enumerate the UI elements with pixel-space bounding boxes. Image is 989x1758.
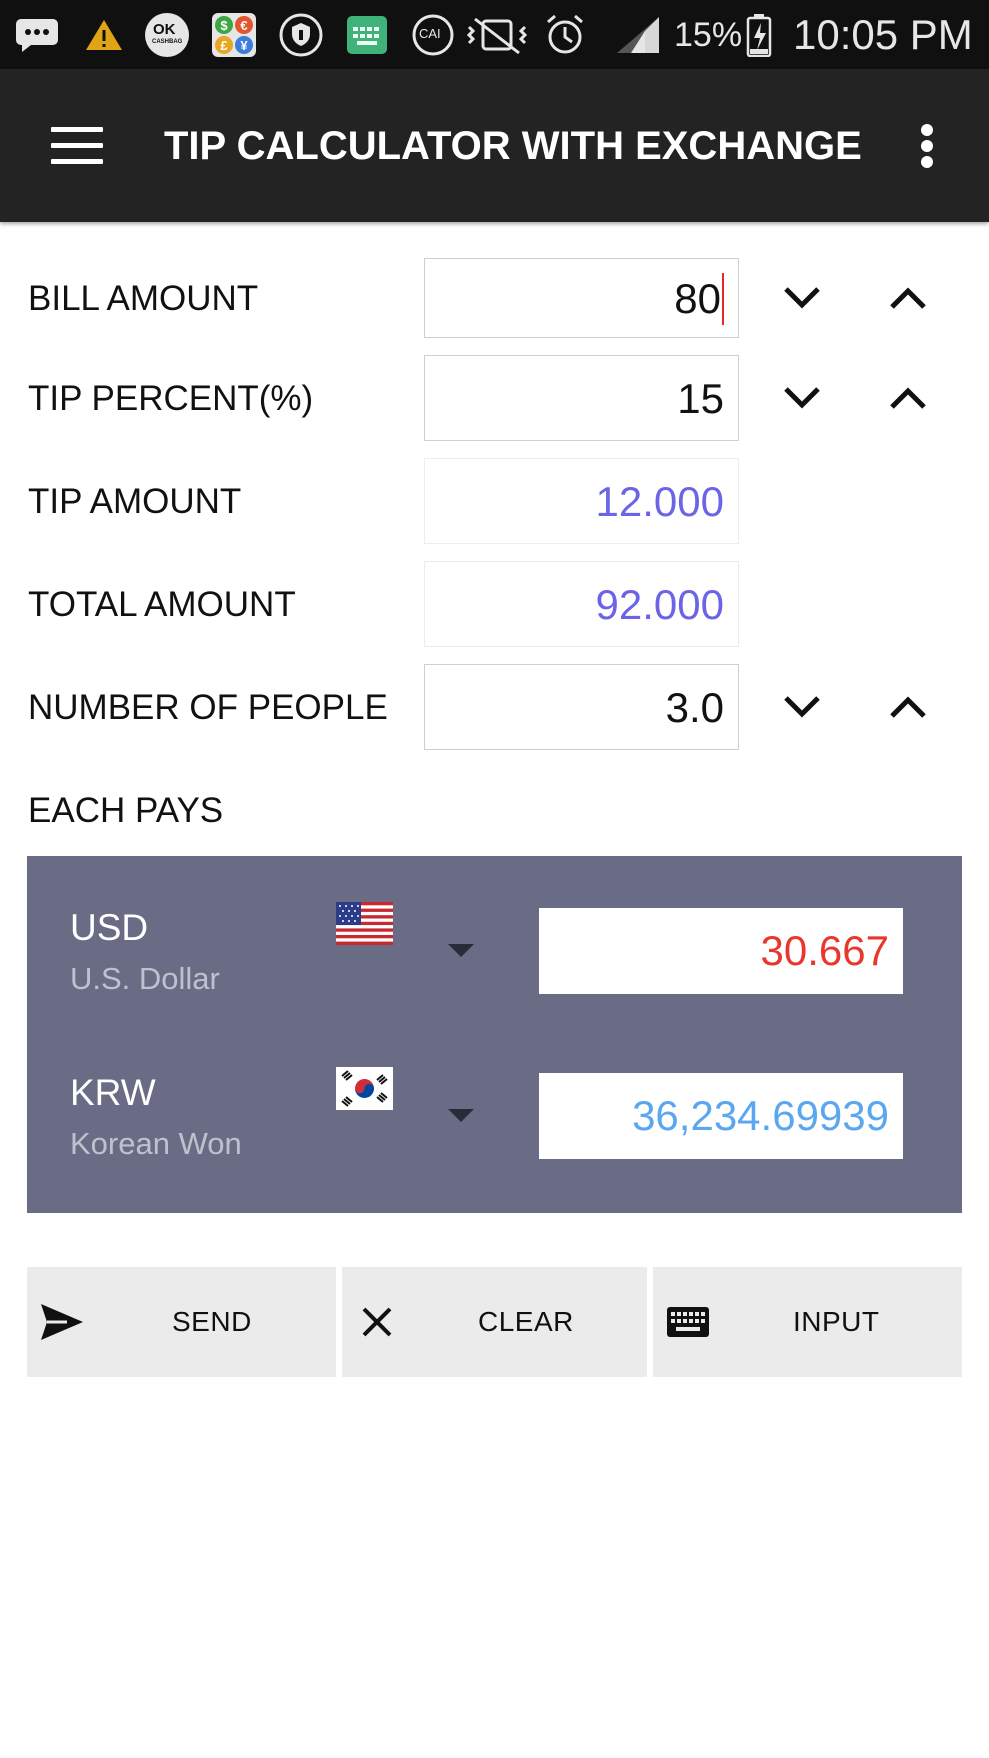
alarm-icon	[541, 12, 589, 58]
each-pays-label: EACH PAYS	[28, 791, 224, 830]
each-pays-krw-value[interactable]: 36,234.69939	[539, 1073, 903, 1159]
signal-icon	[615, 12, 661, 58]
keyboard-icon	[663, 1297, 713, 1347]
currency-dropdown-krw[interactable]	[446, 1107, 476, 1123]
ok-label: OK	[153, 21, 176, 38]
app-title: TIP CALCULATOR WITH EXCHANGE…	[164, 124, 864, 168]
warning-icon	[84, 12, 124, 58]
number-of-people-input[interactable]: 3.0	[424, 664, 739, 750]
tip-percent-decrease-button[interactable]	[772, 368, 832, 428]
tip-percent-increase-button[interactable]	[878, 368, 938, 428]
us-flag-icon	[336, 902, 393, 945]
keyboard-icon	[344, 12, 390, 58]
vpn-shield-icon	[278, 12, 324, 58]
mute-vibrate-icon	[465, 12, 529, 58]
people-increase-button[interactable]	[878, 677, 938, 737]
text-cursor	[722, 272, 724, 325]
bill-amount-decrease-button[interactable]	[772, 268, 832, 328]
chevron-up-icon	[890, 387, 926, 409]
tip-amount-value: 12.000	[424, 458, 739, 544]
tip-percent-label: TIP PERCENT(%)	[28, 379, 314, 418]
svg-text:£: £	[220, 38, 228, 53]
chevron-down-icon	[784, 696, 820, 718]
currency-name-usd: U.S. Dollar	[70, 961, 220, 996]
svg-text:$: $	[220, 18, 228, 33]
battery-charging-icon	[744, 12, 774, 58]
svg-text:¥: ¥	[240, 38, 248, 53]
cashbag-label: CASHBAG	[152, 39, 183, 45]
number-of-people-label: NUMBER OF PEOPLE	[28, 688, 388, 727]
send-icon	[37, 1297, 87, 1347]
cai-label: CAI	[419, 26, 441, 41]
currency-code-usd: USD	[70, 907, 149, 948]
currency-name-krw: Korean Won	[70, 1126, 242, 1161]
ok-cashbag-icon: OK CASHBAG	[143, 12, 191, 58]
status-bar: OK CASHBAG $ € £ ¥ CAI 15% 10:05 PM	[0, 0, 989, 69]
close-icon	[352, 1297, 402, 1347]
currency-dropdown-usd[interactable]	[446, 942, 476, 958]
chevron-up-icon	[890, 287, 926, 309]
cai-icon: CAI	[410, 12, 456, 58]
input-label: INPUT	[793, 1306, 880, 1337]
dropdown-triangle-icon	[448, 944, 474, 957]
bill-amount-value: 80	[674, 275, 721, 322]
clear-button[interactable]: CLEAR	[342, 1267, 647, 1377]
clock: 10:05 PM	[793, 11, 973, 58]
currency-app-icon: $ € £ ¥	[210, 12, 258, 58]
more-vertical-icon[interactable]	[905, 118, 949, 174]
dropdown-triangle-icon	[448, 1109, 474, 1122]
tip-percent-input[interactable]: 15	[424, 355, 739, 441]
currency-panel: USD U.S. Dollar 30.667 KRW Korean Won 36…	[27, 856, 962, 1213]
kr-flag-icon	[336, 1067, 393, 1110]
tip-amount-label: TIP AMOUNT	[28, 482, 242, 521]
hamburger-menu-icon[interactable]	[44, 117, 110, 175]
bill-amount-label: BILL AMOUNT	[28, 279, 259, 318]
bill-amount-increase-button[interactable]	[878, 268, 938, 328]
svg-text:€: €	[240, 18, 247, 33]
messenger-icon	[14, 12, 60, 58]
each-pays-usd-value[interactable]: 30.667	[539, 908, 903, 994]
input-button[interactable]: INPUT	[653, 1267, 962, 1377]
send-button[interactable]: SEND	[27, 1267, 336, 1377]
battery-percent: 15%	[674, 16, 743, 54]
chevron-down-icon	[784, 287, 820, 309]
total-amount-label: TOTAL AMOUNT	[28, 585, 296, 624]
chevron-up-icon	[890, 696, 926, 718]
clear-label: CLEAR	[478, 1306, 574, 1337]
total-amount-value: 92.000	[424, 561, 739, 647]
send-label: SEND	[172, 1306, 252, 1337]
currency-code-krw: KRW	[70, 1072, 156, 1113]
people-decrease-button[interactable]	[772, 677, 832, 737]
bill-amount-input[interactable]: 80	[424, 258, 739, 338]
chevron-down-icon	[784, 387, 820, 409]
